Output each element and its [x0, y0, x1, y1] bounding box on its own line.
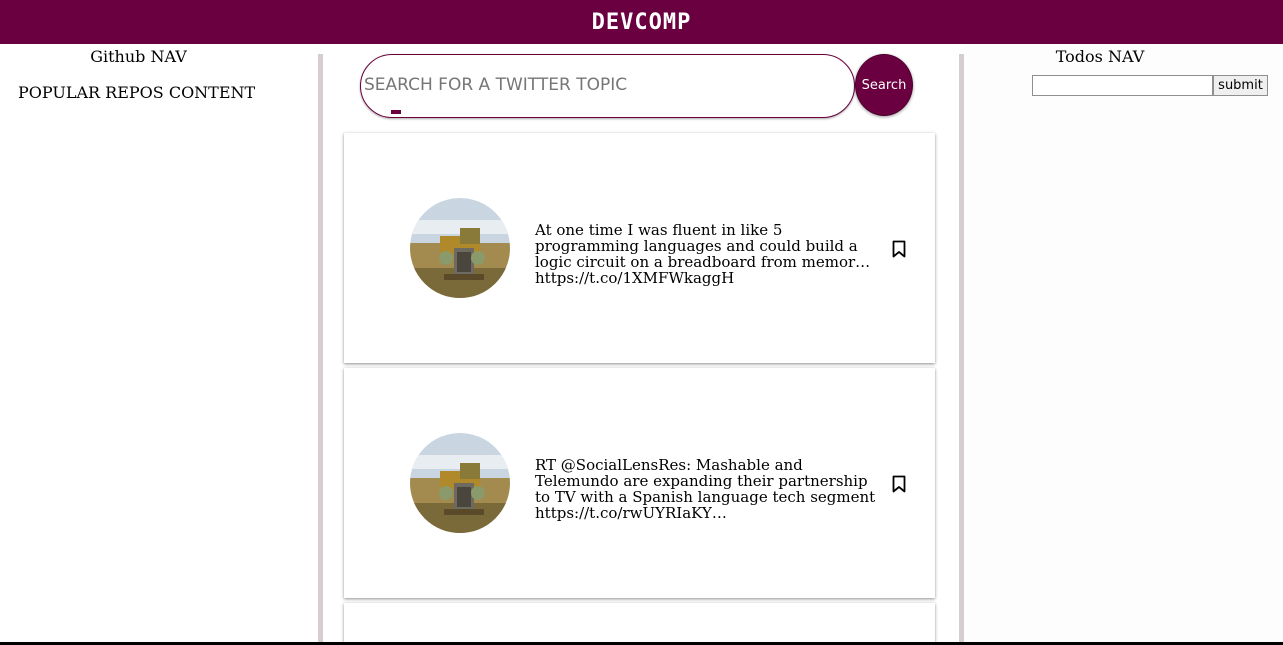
bookmark-icon[interactable] — [892, 475, 906, 493]
search-input[interactable]: SEARCH FOR A TWITTER TOPIC — [360, 54, 855, 118]
tweet-card: RT @SocialLensRes: Mashable and Telemund… — [344, 368, 935, 598]
bookmark-icon[interactable] — [892, 240, 906, 258]
truck-avatar — [410, 433, 510, 533]
todo-submit-button[interactable]: submit — [1213, 75, 1268, 96]
tweet-text: RT @SocialLensRes: Mashable and Telemund… — [535, 456, 876, 522]
tweet-card — [344, 603, 935, 645]
brand-title: DEVCOMP — [591, 9, 692, 35]
search-placeholder: SEARCH FOR A TWITTER TOPIC — [364, 75, 628, 95]
todos-nav-title: Todos NAV — [1055, 47, 1145, 66]
popular-repos-content: POPULAR REPOS CONTENT — [18, 83, 256, 102]
todos-nav-panel: Todos NAV submit — [964, 44, 1283, 645]
tweet-text: At one time I was fluent in like 5 progr… — [535, 221, 871, 287]
input-indicator — [391, 110, 401, 114]
tweet-card: At one time I was fluent in like 5 progr… — [344, 133, 935, 363]
app-header: DEVCOMP — [0, 0, 1283, 44]
todo-input[interactable] — [1032, 75, 1213, 96]
github-nav-title: Github NAV — [90, 47, 187, 66]
left-divider — [318, 54, 323, 645]
truck-avatar — [410, 198, 510, 298]
search-button[interactable]: Search — [855, 54, 913, 116]
github-nav-panel: Github NAV POPULAR REPOS CONTENT — [0, 44, 318, 645]
